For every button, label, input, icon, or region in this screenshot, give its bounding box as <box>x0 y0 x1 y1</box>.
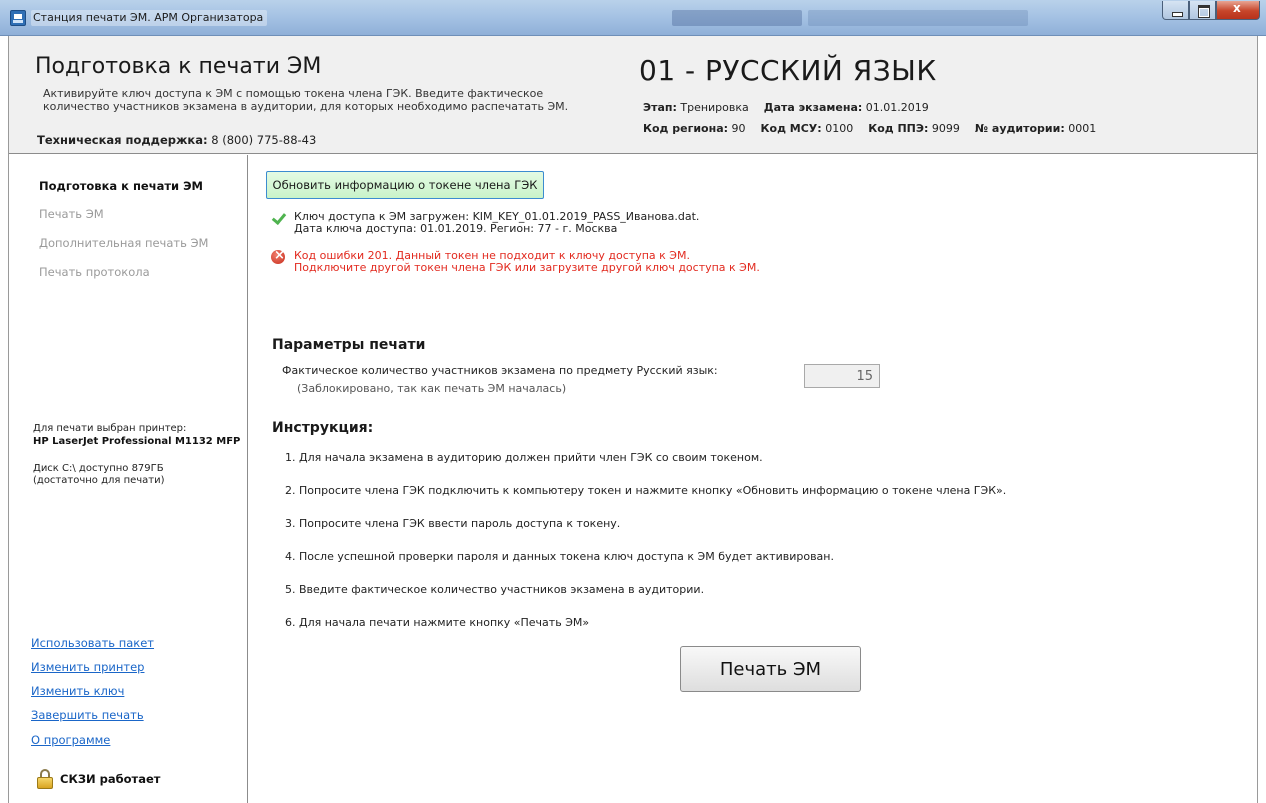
exam-meta-row-2: Код региона: 90 Код МСУ: 0100 Код ППЭ: 9… <box>643 122 1096 135</box>
support-phone: 8 (800) 775-88-43 <box>211 133 317 147</box>
ppe-value: 9099 <box>931 122 960 135</box>
disk-info: Диск C:\ доступно 879ГБ (достаточно для … <box>33 463 233 487</box>
error-icon <box>271 248 285 264</box>
stage-label: Этап: <box>643 101 677 114</box>
token-error-status: Код ошибки 201. Данный токен не подходит… <box>271 248 760 274</box>
exam-date-value: 01.01.2019 <box>865 101 929 114</box>
about-link[interactable]: О программе <box>31 733 110 747</box>
printer-name: HP LaserJet Professional M1132 MFP <box>33 436 241 447</box>
maximize-button[interactable] <box>1189 1 1216 20</box>
msu-value: 0100 <box>825 122 854 135</box>
instructions-title: Инструкция: <box>272 420 374 436</box>
participants-count-input[interactable] <box>804 364 880 388</box>
printer-label: Для печати выбран принтер: <box>33 423 187 434</box>
skzi-status-text: СКЗИ работает <box>60 772 161 786</box>
region-value: 90 <box>731 122 746 135</box>
instruction-item: 4. После успешной проверки пароля и данн… <box>285 550 834 563</box>
instruction-item: 1. Для начала экзамена в аудиторию долже… <box>285 451 763 464</box>
print-em-button[interactable]: Печать ЭМ <box>680 646 861 692</box>
window-controls <box>1162 1 1260 20</box>
blurred-background <box>672 10 802 26</box>
stage-value: Тренировка <box>680 101 749 114</box>
instruction-item: 6. Для начала печати нажмите кнопку «Печ… <box>285 616 590 629</box>
change-printer-link[interactable]: Изменить принтер <box>31 660 144 674</box>
page-subtitle: Активируйте ключ доступа к ЭМ с помощью … <box>43 87 569 113</box>
ppe-label: Код ППЭ: <box>868 122 929 135</box>
participants-note: (Заблокировано, так как печать ЭМ начала… <box>297 382 567 395</box>
room-value: 0001 <box>1068 122 1097 135</box>
instruction-item: 5. Введите фактическое количество участн… <box>285 583 705 596</box>
nav-item-print-prep[interactable]: Подготовка к печати ЭМ <box>39 179 203 193</box>
instruction-item: 3. Попросите члена ГЭК ввести пароль дос… <box>285 517 621 530</box>
sidebar: Подготовка к печати ЭМ Печать ЭМ Дополни… <box>9 155 248 803</box>
header: Подготовка к печати ЭМ Активируйте ключ … <box>9 36 1257 154</box>
key-loaded-status: Ключ доступа к ЭМ загружен: KIM_KEY_01.0… <box>271 211 699 235</box>
key-date-text: Дата ключа доступа: 01.01.2019. Регион: … <box>294 222 618 235</box>
disk-status: (достаточно для печати) <box>33 475 165 486</box>
error-hint-text: Подключите другой токен члена ГЭК или за… <box>294 261 760 274</box>
nav-item-print[interactable]: Печать ЭМ <box>39 207 104 221</box>
window-title-bar[interactable]: Станция печати ЭМ. АРМ Организатора <box>0 0 1266 36</box>
use-package-link[interactable]: Использовать пакет <box>31 636 154 650</box>
exam-date-label: Дата экзамена: <box>763 101 863 114</box>
minimize-button[interactable] <box>1162 1 1189 20</box>
skzi-status: СКЗИ работает <box>37 769 160 789</box>
check-icon <box>271 211 285 225</box>
printer-app-icon <box>10 10 26 26</box>
instruction-item: 2. Попросите члена ГЭК подключить к комп… <box>285 484 1007 497</box>
exam-meta-row-1: Этап: Тренировка Дата экзамена: 01.01.20… <box>643 101 929 114</box>
participants-label: Фактическое количество участников экзаме… <box>282 364 718 377</box>
page-title: Подготовка к печати ЭМ <box>35 54 322 79</box>
region-label: Код региона: <box>643 122 729 135</box>
support-label: Техническая поддержка: <box>37 133 208 147</box>
room-label: № аудитории: <box>974 122 1065 135</box>
change-key-link[interactable]: Изменить ключ <box>31 684 124 698</box>
refresh-token-button[interactable]: Обновить информацию о токене члена ГЭК <box>266 171 544 199</box>
tech-support: Техническая поддержка: 8 (800) 775-88-43 <box>37 133 316 147</box>
finish-print-link[interactable]: Завершить печать <box>31 708 144 722</box>
exam-subject: 01 - РУССКИЙ ЯЗЫК <box>639 54 937 87</box>
main-content: Обновить информацию о токене члена ГЭК К… <box>249 155 1257 803</box>
msu-label: Код МСУ: <box>760 122 822 135</box>
nav-item-print-protocol[interactable]: Печать протокола <box>39 265 150 279</box>
print-params-title: Параметры печати <box>272 337 426 353</box>
lock-icon <box>37 769 53 789</box>
blurred-background <box>808 10 1028 26</box>
disk-space: Диск C:\ доступно 879ГБ <box>33 463 164 474</box>
nav-item-additional-print[interactable]: Дополнительная печать ЭМ <box>39 236 208 250</box>
window-title: Станция печати ЭМ. АРМ Организатора <box>31 10 268 26</box>
main-window: Подготовка к печати ЭМ Активируйте ключ … <box>8 36 1258 803</box>
close-button[interactable] <box>1216 1 1260 20</box>
